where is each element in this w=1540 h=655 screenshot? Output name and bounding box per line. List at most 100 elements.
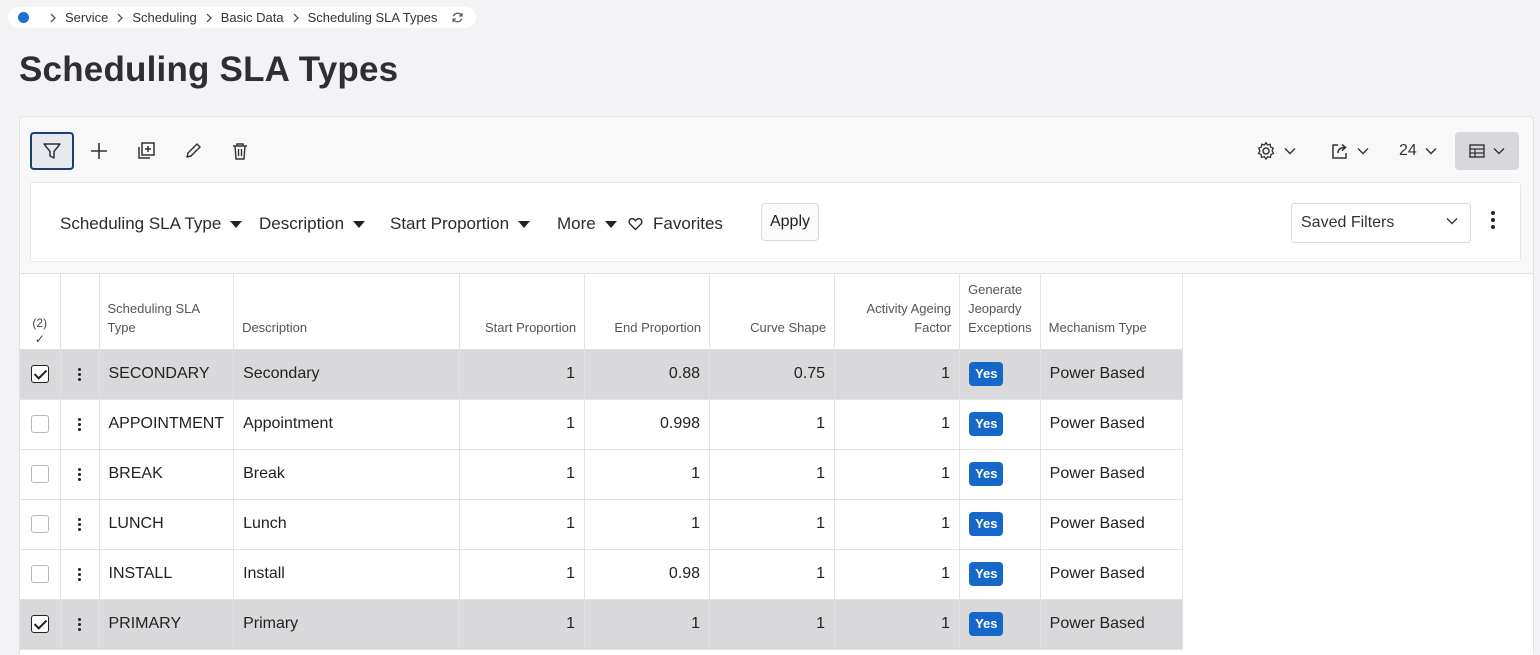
refresh-icon[interactable]: [451, 11, 464, 24]
filter-more-options-icon[interactable]: [1491, 211, 1495, 229]
cell-start-proportion[interactable]: 1: [459, 349, 586, 400]
cell-mechanism-type[interactable]: Power Based: [1040, 599, 1183, 650]
row-checkbox[interactable]: [30, 514, 49, 533]
table-row[interactable]: APPOINTMENT Appointment 1 0.998 1 1 Yes Power B…: [20, 399, 1183, 450]
table-row[interactable]: INSTALL Install 1 0.98 1 1 Yes Power Based: [20, 549, 1183, 600]
row-menu-icon[interactable]: [61, 517, 99, 531]
row-menu-icon[interactable]: [61, 617, 99, 631]
cell-start-proportion[interactable]: 1: [459, 399, 586, 450]
add-button[interactable]: [77, 132, 121, 170]
cell-curve-shape[interactable]: 0.75: [709, 349, 836, 400]
column-header-type[interactable]: Scheduling SLA Type: [99, 274, 235, 350]
cell-type[interactable]: INSTALL: [99, 549, 235, 600]
edit-button[interactable]: [171, 132, 215, 170]
row-checkbox[interactable]: [30, 464, 49, 483]
row-select-cell: [20, 449, 61, 500]
chevron-down-icon: [1284, 147, 1296, 155]
cell-start-proportion[interactable]: 1: [459, 549, 586, 600]
cell-mechanism-type[interactable]: Power Based: [1040, 449, 1183, 500]
cell-start-proportion[interactable]: 1: [459, 449, 586, 500]
cell-type[interactable]: SECONDARY: [99, 349, 235, 400]
cell-mechanism-type[interactable]: Power Based: [1040, 349, 1183, 400]
row-menu-cell: [60, 599, 100, 650]
table-row[interactable]: LUNCH Lunch 1 1 1 1 Yes Power Based: [20, 499, 1183, 550]
cell-end-proportion[interactable]: 0.98: [584, 549, 711, 600]
cell-description[interactable]: Secondary: [233, 349, 461, 400]
row-checkbox[interactable]: [30, 414, 49, 433]
cell-mechanism-type[interactable]: Power Based: [1040, 399, 1183, 450]
cell-type[interactable]: PRIMARY: [99, 599, 235, 650]
cell-description[interactable]: Lunch: [233, 499, 461, 550]
export-icon: [1332, 143, 1347, 159]
cell-mechanism-type[interactable]: Power Based: [1040, 549, 1183, 600]
duplicate-button[interactable]: [124, 132, 168, 170]
chevron-down-icon: [1425, 147, 1437, 155]
breadcrumb-item-scheduling[interactable]: Scheduling: [132, 10, 196, 25]
row-checkbox[interactable]: [30, 614, 49, 633]
row-menu-icon[interactable]: [61, 417, 99, 431]
page-size-select[interactable]: 24: [1399, 132, 1437, 170]
filter-start-proportion[interactable]: Start Proportion: [390, 214, 531, 234]
column-header-end-proportion[interactable]: End Proportion: [584, 274, 711, 350]
cell-description[interactable]: Install: [233, 549, 461, 600]
filter-label: Scheduling SLA Type: [60, 214, 222, 233]
cell-activity-ageing-factor[interactable]: 1: [834, 499, 961, 550]
table-row[interactable]: BREAK Break 1 1 1 1 Yes Power Based: [20, 449, 1183, 500]
cell-type[interactable]: LUNCH: [99, 499, 235, 550]
row-menu-icon[interactable]: [61, 367, 99, 381]
row-menu-icon[interactable]: [61, 567, 99, 581]
cell-end-proportion[interactable]: 1: [584, 599, 711, 650]
delete-button[interactable]: [218, 132, 262, 170]
cell-start-proportion[interactable]: 1: [459, 499, 586, 550]
cell-activity-ageing-factor[interactable]: 1: [834, 449, 961, 500]
filter-scheduling-sla-type[interactable]: Scheduling SLA Type: [60, 214, 243, 234]
column-header-activity-ageing-factor[interactable]: Activity Ageing Factor: [834, 274, 961, 350]
cell-curve-shape[interactable]: 1: [709, 449, 836, 500]
breadcrumb-item-service[interactable]: Service: [65, 10, 108, 25]
table-row[interactable]: SECONDARY Secondary 1 0.88 0.75 1 Yes Power Bas…: [20, 349, 1183, 400]
cell-activity-ageing-factor[interactable]: 1: [834, 599, 961, 650]
breadcrumb-item-basic-data[interactable]: Basic Data: [221, 10, 284, 25]
table-row[interactable]: PRIMARY Primary 1 1 1 1 Yes Power Based: [20, 599, 1183, 650]
home-icon[interactable]: [18, 12, 29, 23]
column-header-generate-jeopardy[interactable]: Generate Jeopardy Exceptions: [959, 274, 1041, 350]
apply-button[interactable]: Apply: [761, 203, 819, 241]
cell-end-proportion[interactable]: 1: [584, 449, 711, 500]
cell-curve-shape[interactable]: 1: [709, 599, 836, 650]
cell-curve-shape[interactable]: 1: [709, 399, 836, 450]
cell-generate-jeopardy: Yes: [959, 449, 1041, 500]
cell-curve-shape[interactable]: 1: [709, 499, 836, 550]
filter-favorites[interactable]: Favorites: [628, 214, 723, 234]
select-all-header[interactable]: (2) ✓: [20, 274, 61, 350]
view-mode-select[interactable]: [1455, 132, 1519, 170]
filter-description[interactable]: Description: [259, 214, 366, 234]
cell-type[interactable]: BREAK: [99, 449, 235, 500]
cell-description[interactable]: Appointment: [233, 399, 461, 450]
cell-mechanism-type[interactable]: Power Based: [1040, 499, 1183, 550]
column-header-description[interactable]: Description: [233, 274, 461, 350]
cell-type[interactable]: APPOINTMENT: [99, 399, 235, 450]
column-header-mechanism-type[interactable]: Mechanism Type: [1040, 274, 1183, 350]
cell-activity-ageing-factor[interactable]: 1: [834, 349, 961, 400]
saved-filters-select[interactable]: Saved Filters: [1291, 203, 1471, 243]
cell-end-proportion[interactable]: 0.88: [584, 349, 711, 400]
row-checkbox[interactable]: [30, 564, 49, 583]
cell-end-proportion[interactable]: 0.998: [584, 399, 711, 450]
settings-menu[interactable]: [1256, 132, 1296, 170]
row-menu-icon[interactable]: [61, 467, 99, 481]
filter-more[interactable]: More: [557, 214, 617, 234]
filter-toggle-button[interactable]: [30, 132, 74, 170]
cell-end-proportion[interactable]: 1: [584, 499, 711, 550]
cell-description[interactable]: Break: [233, 449, 461, 500]
row-checkbox[interactable]: [30, 364, 49, 383]
cell-activity-ageing-factor[interactable]: 1: [834, 399, 961, 450]
column-header-curve-shape[interactable]: Curve Shape: [709, 274, 836, 350]
toolbar: 24: [20, 117, 1533, 181]
cell-start-proportion[interactable]: 1: [459, 599, 586, 650]
cell-activity-ageing-factor[interactable]: 1: [834, 549, 961, 600]
column-header-start-proportion[interactable]: Start Proportion: [459, 274, 586, 350]
caret-down-icon: [353, 220, 366, 228]
cell-description[interactable]: Primary: [233, 599, 461, 650]
cell-curve-shape[interactable]: 1: [709, 549, 836, 600]
export-menu[interactable]: [1330, 132, 1369, 170]
